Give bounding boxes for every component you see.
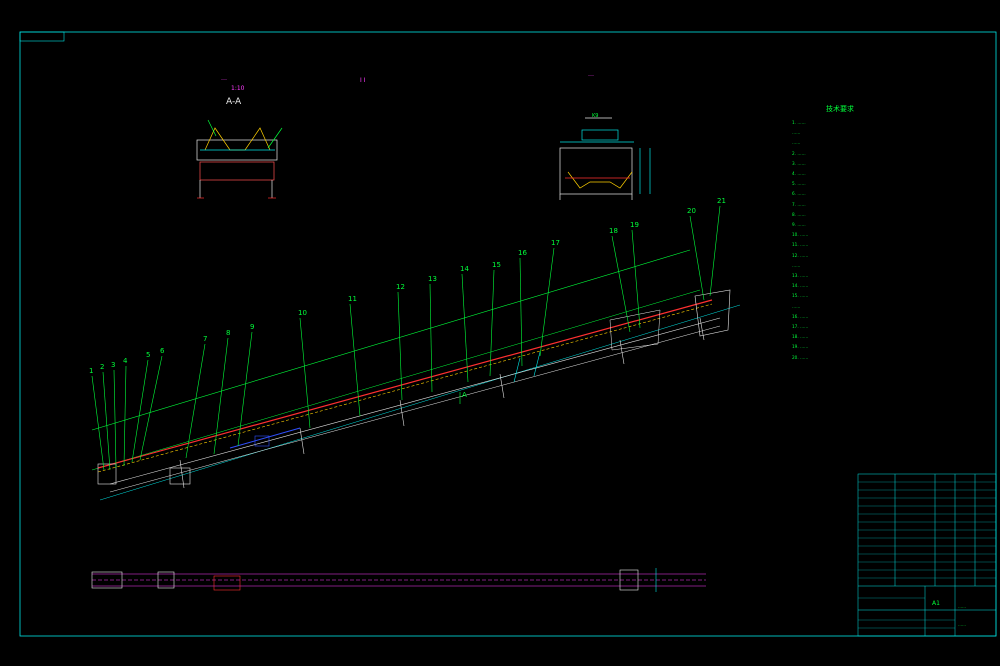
tech-requirement-line: 18. ……	[792, 334, 809, 340]
section-right-title: …	[588, 71, 594, 78]
callout-number: 11	[348, 295, 357, 303]
section-right-detail	[559, 117, 651, 200]
callout-number: 18	[609, 227, 618, 235]
tech-requirement-line: 14. ……	[792, 283, 809, 289]
callout-number: 15	[492, 261, 501, 269]
drawing-frame	[19, 31, 997, 637]
conveyor-elevation	[91, 249, 741, 501]
callout-number: 5	[146, 351, 151, 359]
callout-number: 16	[518, 249, 527, 257]
callout-number: 2	[100, 363, 105, 371]
tech-requirement-line: 7. ……	[792, 201, 806, 207]
tech-requirement-line: 20. ……	[792, 354, 809, 360]
tech-requirement-line: 5. ……	[792, 181, 806, 187]
callout-number: 13	[428, 275, 437, 283]
callout-number: 20	[687, 207, 696, 215]
tech-requirement-line: 2. ……	[792, 150, 806, 156]
tech-requirement-line: 19. ……	[792, 344, 809, 350]
tech-requirement-line: 1. ……	[792, 120, 806, 125]
tech-requirement-line: 17. ……	[792, 324, 809, 329]
tech-requirement-line: ……	[792, 303, 801, 309]
tech-requirement-line: 6. ……	[792, 191, 806, 197]
title-block	[857, 473, 997, 637]
callout-number: 21	[717, 197, 726, 205]
tech-requirement-line: ……	[792, 130, 801, 136]
conveyor-plan	[91, 568, 706, 592]
section-a-title: …	[221, 75, 227, 82]
tech-requirement-line: 15. ……	[792, 293, 809, 299]
tech-requirement-line: ……	[792, 262, 801, 268]
cad-drawing	[19, 31, 997, 637]
tech-requirements-title: 技术要求	[826, 105, 854, 113]
section-right-dim: K9	[592, 113, 599, 119]
callout-number: 17	[551, 239, 560, 247]
section-a-scale: 1:10	[231, 85, 245, 92]
callout-number: 12	[396, 283, 405, 291]
callout-number: 6	[160, 347, 165, 355]
tech-requirement-line: 8. ……	[792, 211, 806, 217]
callout-leaders	[91, 205, 721, 471]
section-mark: A	[462, 391, 467, 399]
title-block-rows	[858, 481, 996, 629]
callout-number: 9	[250, 323, 255, 331]
center-marker: I I	[360, 77, 366, 84]
tech-requirement-line: ……	[792, 140, 801, 146]
section-a-label: A-A	[226, 97, 242, 107]
tech-requirement-line: 9. ……	[792, 222, 806, 227]
tech-requirement-line: 16. ……	[792, 313, 809, 319]
section-a-detail	[196, 119, 283, 199]
title-block-drawing-no: ……	[958, 622, 966, 627]
tech-requirement-line: 11. ……	[792, 242, 809, 248]
tech-requirement-line: 10. ……	[792, 232, 809, 238]
callout-number: 4	[123, 357, 128, 365]
corner-tag	[19, 31, 65, 42]
callout-number: 8	[226, 329, 231, 337]
callout-number: 7	[203, 335, 208, 343]
callout-number: 3	[111, 361, 116, 369]
tech-requirement-line: 12. ……	[792, 252, 809, 258]
tech-requirement-line: 3. ……	[792, 160, 806, 166]
callout-number: 14	[460, 265, 469, 273]
callout-number: 1	[89, 367, 94, 375]
tech-requirement-line: 13. ……	[792, 273, 809, 278]
title-block-code: A1	[932, 600, 940, 607]
callout-number: 10	[298, 309, 307, 317]
callout-number: 19	[630, 221, 639, 229]
title-block-drawing-name: ……	[958, 604, 966, 609]
tech-requirement-line: 4. ……	[792, 171, 806, 176]
